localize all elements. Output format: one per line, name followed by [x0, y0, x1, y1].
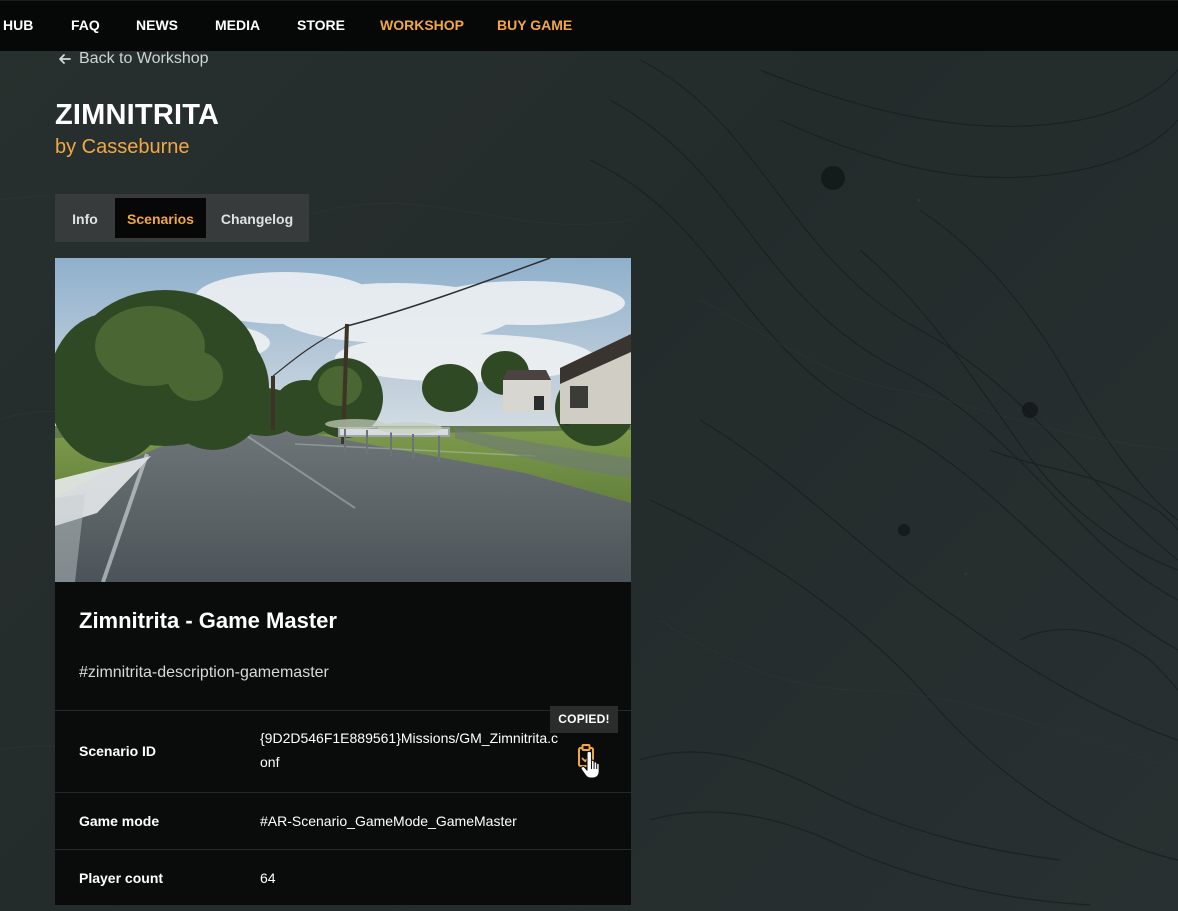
nav-item-workshop[interactable]: WORKSHOP — [380, 1, 464, 52]
player-count-row: Player count 64 — [55, 850, 631, 905]
nav-item-hub[interactable]: HUB — [3, 1, 33, 52]
nav-item-buy-game[interactable]: BUY GAME — [497, 1, 572, 52]
nav-item-faq[interactable]: FAQ — [71, 1, 100, 52]
scenario-id-row: Scenario ID {9D2D546F1E889561}Missions/G… — [55, 711, 631, 793]
tab-scenarios[interactable]: Scenarios — [115, 198, 206, 238]
nav-item-news[interactable]: NEWS — [136, 1, 178, 52]
tab-info[interactable]: Info — [59, 198, 111, 238]
project-tabs: Info Scenarios Changelog — [55, 194, 309, 242]
scenario-id-label: Scenario ID — [79, 743, 157, 759]
arrow-left-icon — [59, 54, 71, 64]
hand-cursor-icon — [580, 751, 600, 779]
tab-changelog[interactable]: Changelog — [211, 198, 303, 238]
scenario-details-table: Scenario ID {9D2D546F1E889561}Missions/G… — [55, 710, 631, 905]
copied-tooltip: COPIED! — [550, 706, 618, 733]
scenario-description: #zimnitrita-description-gamemaster — [79, 664, 329, 681]
top-navigation: HUB FAQ NEWS MEDIA STORE WORKSHOP BUY GA… — [0, 0, 1178, 51]
player-count-label: Player count — [79, 870, 164, 886]
nav-item-store[interactable]: STORE — [297, 1, 345, 52]
game-mode-row: Game mode #AR-Scenario_GameMode_GameMast… — [55, 793, 631, 850]
scenario-thumbnail — [55, 258, 631, 582]
back-link-label: Back to Workshop — [79, 50, 209, 67]
page-title: ZIMNITRITA — [55, 99, 220, 131]
scenario-id-value: {9D2D546F1E889561}Missions/GM_Zimnitrita… — [260, 730, 559, 770]
scenario-title: Zimnitrita - Game Master — [79, 608, 337, 633]
copy-scenario-id-control: COPIED! — [550, 706, 630, 781]
scenario-card: Zimnitrita - Game Master #zimnitrita-des… — [55, 258, 631, 905]
nav-item-media[interactable]: MEDIA — [215, 1, 260, 52]
workshop-scenario-page: HUB FAQ NEWS MEDIA STORE WORKSHOP BUY GA… — [0, 0, 1178, 911]
game-mode-value: #AR-Scenario_GameMode_GameMaster — [260, 813, 517, 829]
player-count-value: 64 — [260, 870, 276, 886]
author-line[interactable]: by Casseburne — [55, 136, 190, 159]
game-mode-label: Game mode — [79, 813, 160, 829]
